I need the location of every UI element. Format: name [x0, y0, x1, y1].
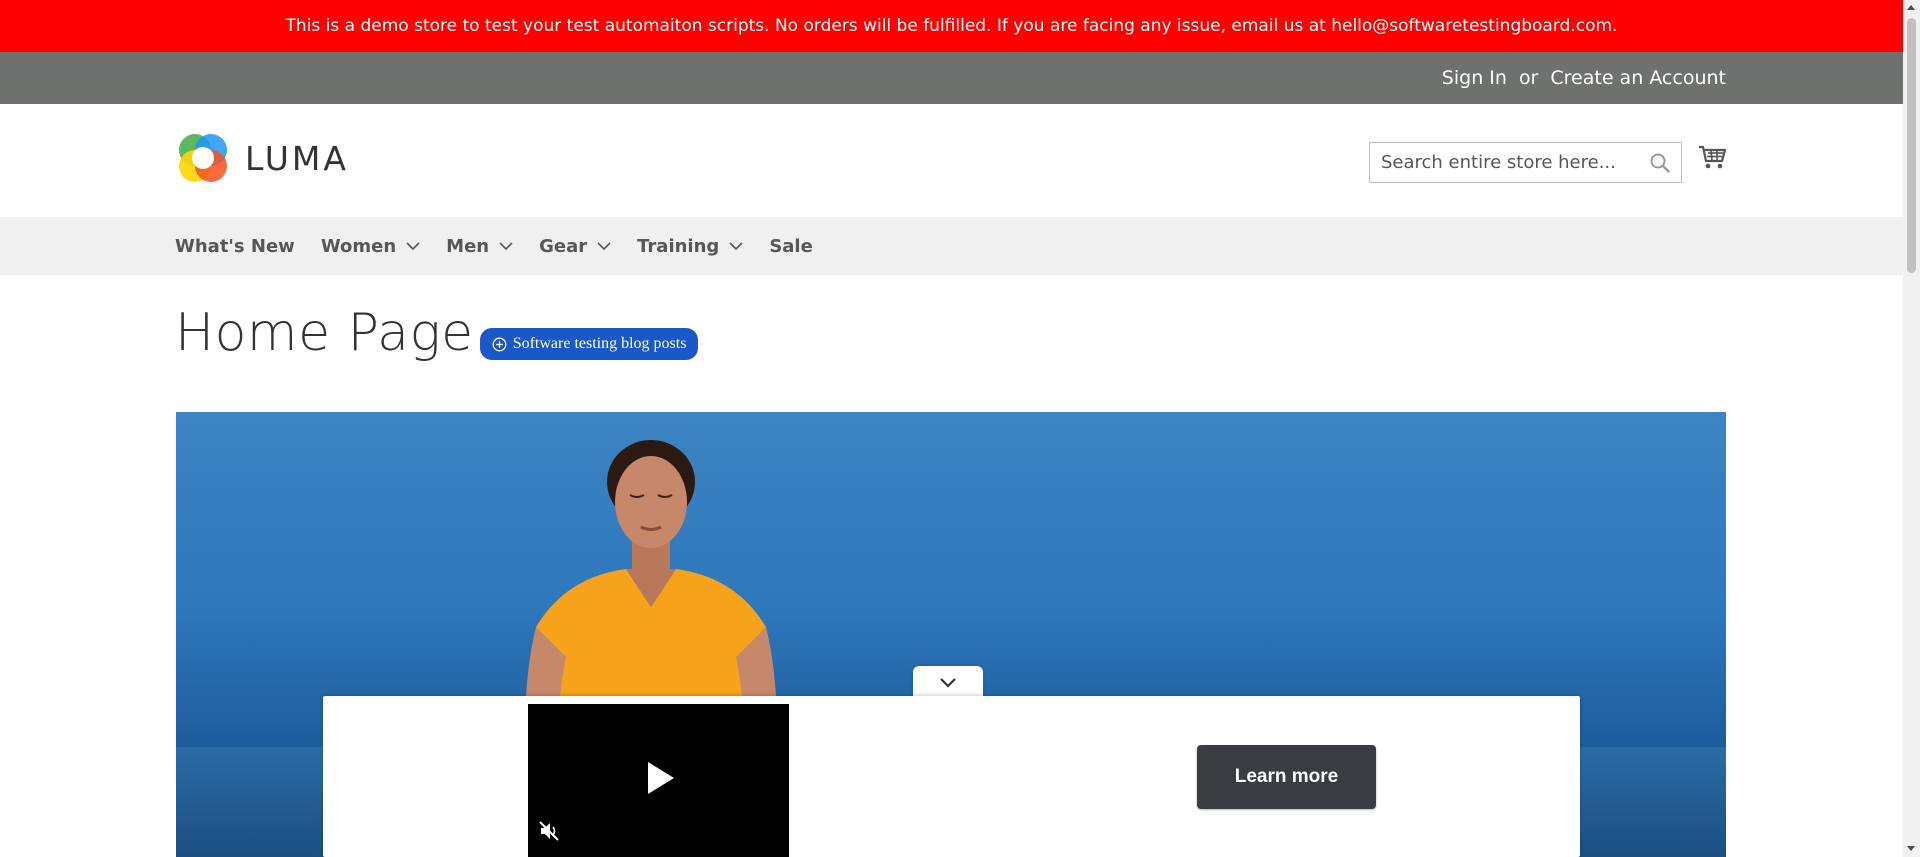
- ad-collapse-tab[interactable]: [913, 666, 983, 698]
- nav-label-gear: Gear: [539, 235, 588, 257]
- chevron-down-icon: [406, 242, 420, 251]
- demo-banner-text: This is a demo store to test your test a…: [285, 16, 1618, 36]
- or-separator: or: [1518, 67, 1539, 89]
- scrollbar[interactable]: [1903, 0, 1920, 857]
- top-bar: Sign In or Create an Account: [0, 52, 1903, 104]
- create-account-link[interactable]: Create an Account: [1550, 67, 1726, 89]
- page-title-row: Home Page Software testing blog posts: [175, 303, 699, 363]
- demo-banner: This is a demo store to test your test a…: [0, 0, 1903, 52]
- logo-text: LUMA: [245, 138, 349, 178]
- plus-circle-icon: [492, 337, 507, 351]
- nav-label-whats-new: What's New: [175, 235, 295, 257]
- learn-more-button[interactable]: Learn more: [1197, 745, 1376, 809]
- header: LUMA: [0, 104, 1903, 217]
- nav-label-sale: Sale: [769, 235, 813, 257]
- blog-posts-button[interactable]: Software testing blog posts: [479, 328, 699, 360]
- page-title: Home Page: [175, 303, 474, 363]
- luma-logo-icon: [175, 130, 231, 186]
- ad-video[interactable]: [528, 704, 789, 857]
- sign-in-link[interactable]: Sign In: [1442, 67, 1507, 89]
- search-box: [1369, 142, 1682, 183]
- chevron-down-icon: [499, 242, 513, 251]
- chevron-down-icon: [597, 242, 611, 251]
- scroll-up-icon[interactable]: [1907, 5, 1915, 10]
- blog-posts-label: Software testing blog posts: [512, 335, 687, 352]
- nav-item-men[interactable]: Men: [446, 236, 513, 257]
- nav-item-training[interactable]: Training: [637, 236, 743, 257]
- scrollbar-thumb[interactable]: [1907, 18, 1916, 273]
- nav-label-men: Men: [446, 235, 490, 257]
- scroll-down-icon[interactable]: [1907, 846, 1915, 851]
- search-icon[interactable]: [1649, 152, 1671, 174]
- cart-icon[interactable]: [1697, 142, 1727, 172]
- nav-item-women[interactable]: Women: [321, 236, 420, 257]
- chevron-down-icon: [940, 678, 956, 688]
- mute-icon[interactable]: [538, 820, 560, 842]
- logo[interactable]: LUMA: [175, 130, 349, 186]
- nav-item-sale[interactable]: Sale: [769, 236, 813, 257]
- chevron-down-icon: [729, 242, 743, 251]
- nav-item-gear[interactable]: Gear: [539, 236, 611, 257]
- nav-item-whats-new[interactable]: What's New: [175, 236, 295, 257]
- account-links: Sign In or Create an Account: [1442, 52, 1726, 104]
- nav-label-training: Training: [637, 235, 720, 257]
- play-icon[interactable]: [646, 760, 676, 796]
- nav-label-women: Women: [320, 235, 397, 257]
- search-input[interactable]: [1381, 152, 1641, 173]
- ad-panel: Learn more: [323, 696, 1580, 857]
- main-navigation: What's New Women Men Gear Training Sale: [0, 217, 1903, 275]
